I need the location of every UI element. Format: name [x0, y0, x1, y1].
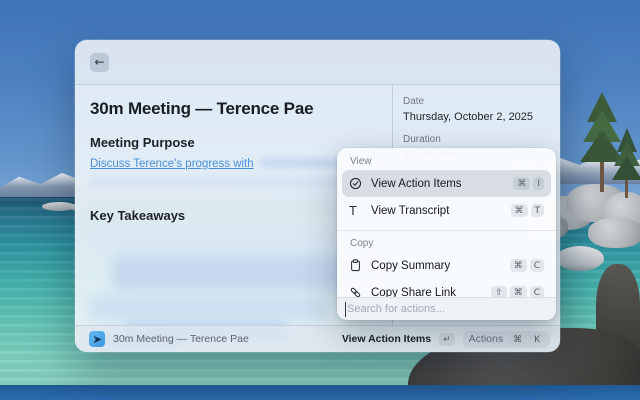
cmd-keycap: ⌘ [513, 177, 531, 190]
key-takeaways-heading: Key Takeaways [90, 208, 186, 223]
footer-actions: View Action Items ↵ Actions ⌘ K [342, 330, 550, 348]
k-keycap: K [530, 332, 544, 346]
window-header: ← [75, 40, 560, 85]
command-palette: View View Action Items ⌘ I T View Transc… [337, 148, 556, 320]
redacted-text [90, 177, 352, 188]
clipboard-icon [349, 259, 371, 272]
view-action-items-button[interactable]: View Action Items [342, 333, 431, 345]
palette-item-label: View Transcript [371, 204, 450, 217]
palette-item-label: View Action Items [371, 177, 462, 190]
cmd-keycap: ⌘ [510, 204, 528, 217]
redacted-text [90, 295, 328, 321]
return-keycap: ↵ [439, 332, 455, 346]
back-button[interactable]: ← [90, 53, 109, 72]
palette-item-copy-summary[interactable]: Copy Summary ⌘ C [342, 252, 551, 279]
search-input[interactable] [337, 303, 556, 315]
palette-search-bar [337, 297, 556, 320]
palette-group-view-label: View [350, 156, 372, 167]
purpose-link[interactable]: Discuss Terence's progress with [90, 158, 254, 170]
cmd-keycap: ⌘ [509, 259, 527, 272]
duration-label: Duration [403, 134, 441, 145]
meeting-purpose-heading: Meeting Purpose [90, 135, 195, 150]
page-title: 30m Meeting — Terence Pae [90, 99, 314, 118]
i-keycap: I [533, 177, 544, 190]
purpose-text-line: Discuss Terence's progress with [90, 158, 378, 170]
app-icon [89, 331, 105, 347]
wallpaper-pine-tree [612, 128, 640, 198]
desktop: ← 30m Meeting — Terence Pae Meeting Purp… [0, 0, 640, 400]
shortcut-keys: ⌘ T [510, 204, 544, 217]
c-keycap: C [529, 259, 544, 272]
date-label: Date [403, 96, 425, 107]
shortcut-keys: ⌘ C [509, 259, 544, 272]
wallpaper-granite-rock [588, 218, 640, 248]
wallpaper-boulder [556, 246, 604, 271]
palette-item-view-action-items[interactable]: View Action Items ⌘ I [342, 170, 551, 197]
actions-button-label: Actions [468, 333, 504, 345]
palette-item-view-transcript[interactable]: T View Transcript ⌘ T [342, 197, 551, 224]
window-footer: 30m Meeting — Terence Pae View Action It… [75, 325, 560, 352]
redacted-text [92, 233, 350, 249]
text-cursor [345, 302, 346, 317]
check-circle-icon [349, 177, 371, 190]
text-icon: T [349, 203, 357, 218]
wallpaper-bottom-water [0, 385, 640, 400]
t-keycap: T [530, 204, 544, 217]
paper-plane-icon [93, 335, 102, 343]
actions-button[interactable]: Actions ⌘ K [462, 330, 550, 348]
palette-group-copy-label: Copy [350, 238, 374, 249]
cmd-keycap: ⌘ [509, 332, 527, 346]
shortcut-keys: ⌘ I [513, 177, 544, 190]
footer-meeting-title: 30m Meeting — Terence Pae [113, 333, 249, 345]
date-value: Thursday, October 2, 2025 [403, 111, 534, 123]
palette-item-label: Copy Summary [371, 259, 451, 272]
